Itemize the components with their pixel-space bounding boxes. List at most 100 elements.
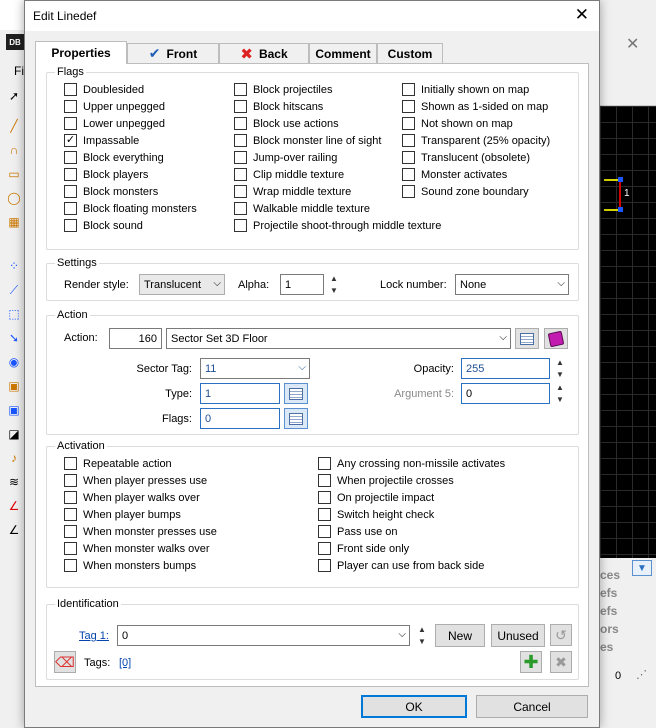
sectors-mode-icon[interactable]: ⬚ <box>6 306 22 322</box>
checkbox-box[interactable] <box>318 525 331 538</box>
rectangle-tool-icon[interactable]: ▭ <box>6 166 22 182</box>
tag-1-link[interactable]: Tag 1: <box>79 630 109 642</box>
checkbox-option[interactable]: Translucent (obsolete) <box>402 151 530 164</box>
checkbox-box[interactable] <box>234 100 247 113</box>
measure-tool-icon[interactable]: ∠ <box>6 522 22 538</box>
visual-mode-icon[interactable]: ◉ <box>6 354 22 370</box>
checkbox-option[interactable]: When monster presses use <box>64 525 217 538</box>
tab-properties[interactable]: Properties <box>35 41 127 64</box>
checkbox-box[interactable] <box>64 508 77 521</box>
spin-up-icon[interactable]: ▲ <box>556 358 564 367</box>
checkbox-option[interactable]: Block sound <box>64 219 143 232</box>
ellipse-tool-icon[interactable]: ◯ <box>6 190 22 206</box>
checkbox-box[interactable] <box>234 117 247 130</box>
document-close-icon[interactable]: ✕ <box>626 34 639 54</box>
checkbox-option[interactable]: Switch height check <box>318 508 434 521</box>
checkbox-option[interactable]: Projectile shoot-through middle texture <box>234 219 441 232</box>
checkbox-box[interactable] <box>234 168 247 181</box>
checkbox-box[interactable] <box>234 151 247 164</box>
box-tool-icon[interactable]: ◪ <box>6 426 22 442</box>
spin-down-icon[interactable]: ▼ <box>418 637 426 646</box>
checkbox-option[interactable]: When monsters bumps <box>64 559 196 572</box>
alpha-stepper[interactable]: ▲ ▼ <box>328 274 340 295</box>
argument5-input[interactable]: 0 <box>461 383 550 404</box>
flags-arg-input[interactable]: 0 <box>200 408 280 429</box>
checkbox-box[interactable] <box>64 117 77 130</box>
spin-down-icon[interactable]: ▼ <box>330 286 338 295</box>
checkbox-box[interactable] <box>234 134 247 147</box>
sector-tool-icon[interactable]: ▣ <box>6 402 22 418</box>
checkbox-option[interactable]: Wrap middle texture <box>234 185 351 198</box>
checkbox-box[interactable] <box>64 525 77 538</box>
checkbox-box[interactable] <box>64 474 77 487</box>
list-item[interactable]: efs <box>600 586 617 600</box>
tags-link[interactable]: [0] <box>119 657 131 669</box>
lock-number-select[interactable]: None ⌵ <box>455 274 569 295</box>
checkbox-box[interactable] <box>318 491 331 504</box>
scroll-down-icon[interactable]: ▼ <box>632 560 652 576</box>
checkbox-option[interactable]: When player bumps <box>64 508 181 521</box>
checkbox-option[interactable]: Block players <box>64 168 148 181</box>
menu-file[interactable]: Fi <box>14 64 24 78</box>
remove-tag-icon[interactable]: ✖ <box>550 651 572 673</box>
checkbox-option[interactable]: Block projectiles <box>234 83 332 96</box>
close-icon[interactable]: ✕ <box>575 5 589 25</box>
checkbox-option[interactable]: Block everything <box>64 151 164 164</box>
checkbox-option[interactable]: Repeatable action <box>64 457 172 470</box>
eraser-icon[interactable]: ⌫ <box>54 651 76 673</box>
action-number-input[interactable]: 160 <box>109 328 162 349</box>
checkbox-option[interactable]: Monster activates <box>402 168 507 181</box>
layers-tool-icon[interactable]: ≋ <box>6 474 22 490</box>
line-tool-icon[interactable]: ╱ <box>6 118 22 134</box>
flags-browse-button[interactable] <box>284 408 308 429</box>
linedefs-mode-icon[interactable]: ⟋ <box>6 282 22 298</box>
type-input[interactable]: 1 <box>200 383 280 404</box>
pointer-tool-icon[interactable]: ➚ <box>6 88 22 104</box>
list-item[interactable]: es <box>600 640 613 654</box>
ok-button[interactable]: OK <box>361 695 467 718</box>
spin-up-icon[interactable]: ▲ <box>330 274 338 283</box>
add-tag-icon[interactable]: ✚ <box>520 651 542 673</box>
vertices-mode-icon[interactable]: ⁘ <box>6 258 22 274</box>
list-item[interactable]: ors <box>600 622 619 636</box>
list-item[interactable]: efs <box>600 604 617 618</box>
checkbox-box[interactable] <box>64 219 77 232</box>
checkbox-option[interactable]: Block monsters <box>64 185 158 198</box>
sector-tag-select[interactable]: 11 ⌵ <box>200 358 310 379</box>
sound-tool-icon[interactable]: ♪ <box>6 450 22 466</box>
checkbox-option[interactable]: On projectile impact <box>318 491 434 504</box>
checkbox-option[interactable]: When player walks over <box>64 491 200 504</box>
checkbox-option[interactable]: Block use actions <box>234 117 339 130</box>
checkbox-option[interactable]: Front side only <box>318 542 409 555</box>
checkbox-box[interactable] <box>64 202 77 215</box>
render-style-select[interactable]: Translucent ⌵ <box>139 274 225 295</box>
checkbox-option[interactable]: Walkable middle texture <box>234 202 370 215</box>
checkbox-box[interactable] <box>318 559 331 572</box>
checkbox-box[interactable] <box>64 83 77 96</box>
checkbox-option[interactable]: When monster walks over <box>64 542 210 555</box>
spin-up-icon[interactable]: ▲ <box>556 383 564 392</box>
checkbox-box[interactable] <box>402 185 415 198</box>
tab-comment[interactable]: Comment <box>309 43 377 63</box>
tag-select[interactable]: 0 ⌵ <box>117 625 410 646</box>
checkbox-box[interactable] <box>64 168 77 181</box>
checkbox-box[interactable] <box>318 508 331 521</box>
checkbox-option[interactable]: Sound zone boundary <box>402 185 529 198</box>
checkbox-option[interactable]: Lower unpegged <box>64 117 165 130</box>
checkbox-option[interactable]: Player can use from back side <box>318 559 484 572</box>
make-sector-icon[interactable]: ▣ <box>6 378 22 394</box>
checkbox-option[interactable]: Any crossing non-missile activates <box>318 457 505 470</box>
undo-icon[interactable]: ↺ <box>550 624 572 646</box>
tab-custom[interactable]: Custom <box>377 43 443 63</box>
draw-line-icon[interactable]: ∠ <box>6 498 22 514</box>
checkbox-option[interactable]: Block monster line of sight <box>234 134 381 147</box>
checkbox-box[interactable] <box>64 100 77 113</box>
unused-tag-button[interactable]: Unused <box>491 624 545 647</box>
curve-tool-icon[interactable]: ∩ <box>6 142 22 158</box>
argument5-stepper[interactable]: ▲ ▼ <box>554 383 566 404</box>
checkbox-box[interactable] <box>64 491 77 504</box>
checkbox-option[interactable]: Clip middle texture <box>234 168 344 181</box>
tab-back[interactable]: ✖ Back <box>219 43 309 63</box>
tag-stepper[interactable]: ▲ ▼ <box>416 625 428 646</box>
checkbox-option[interactable]: When player presses use <box>64 474 207 487</box>
